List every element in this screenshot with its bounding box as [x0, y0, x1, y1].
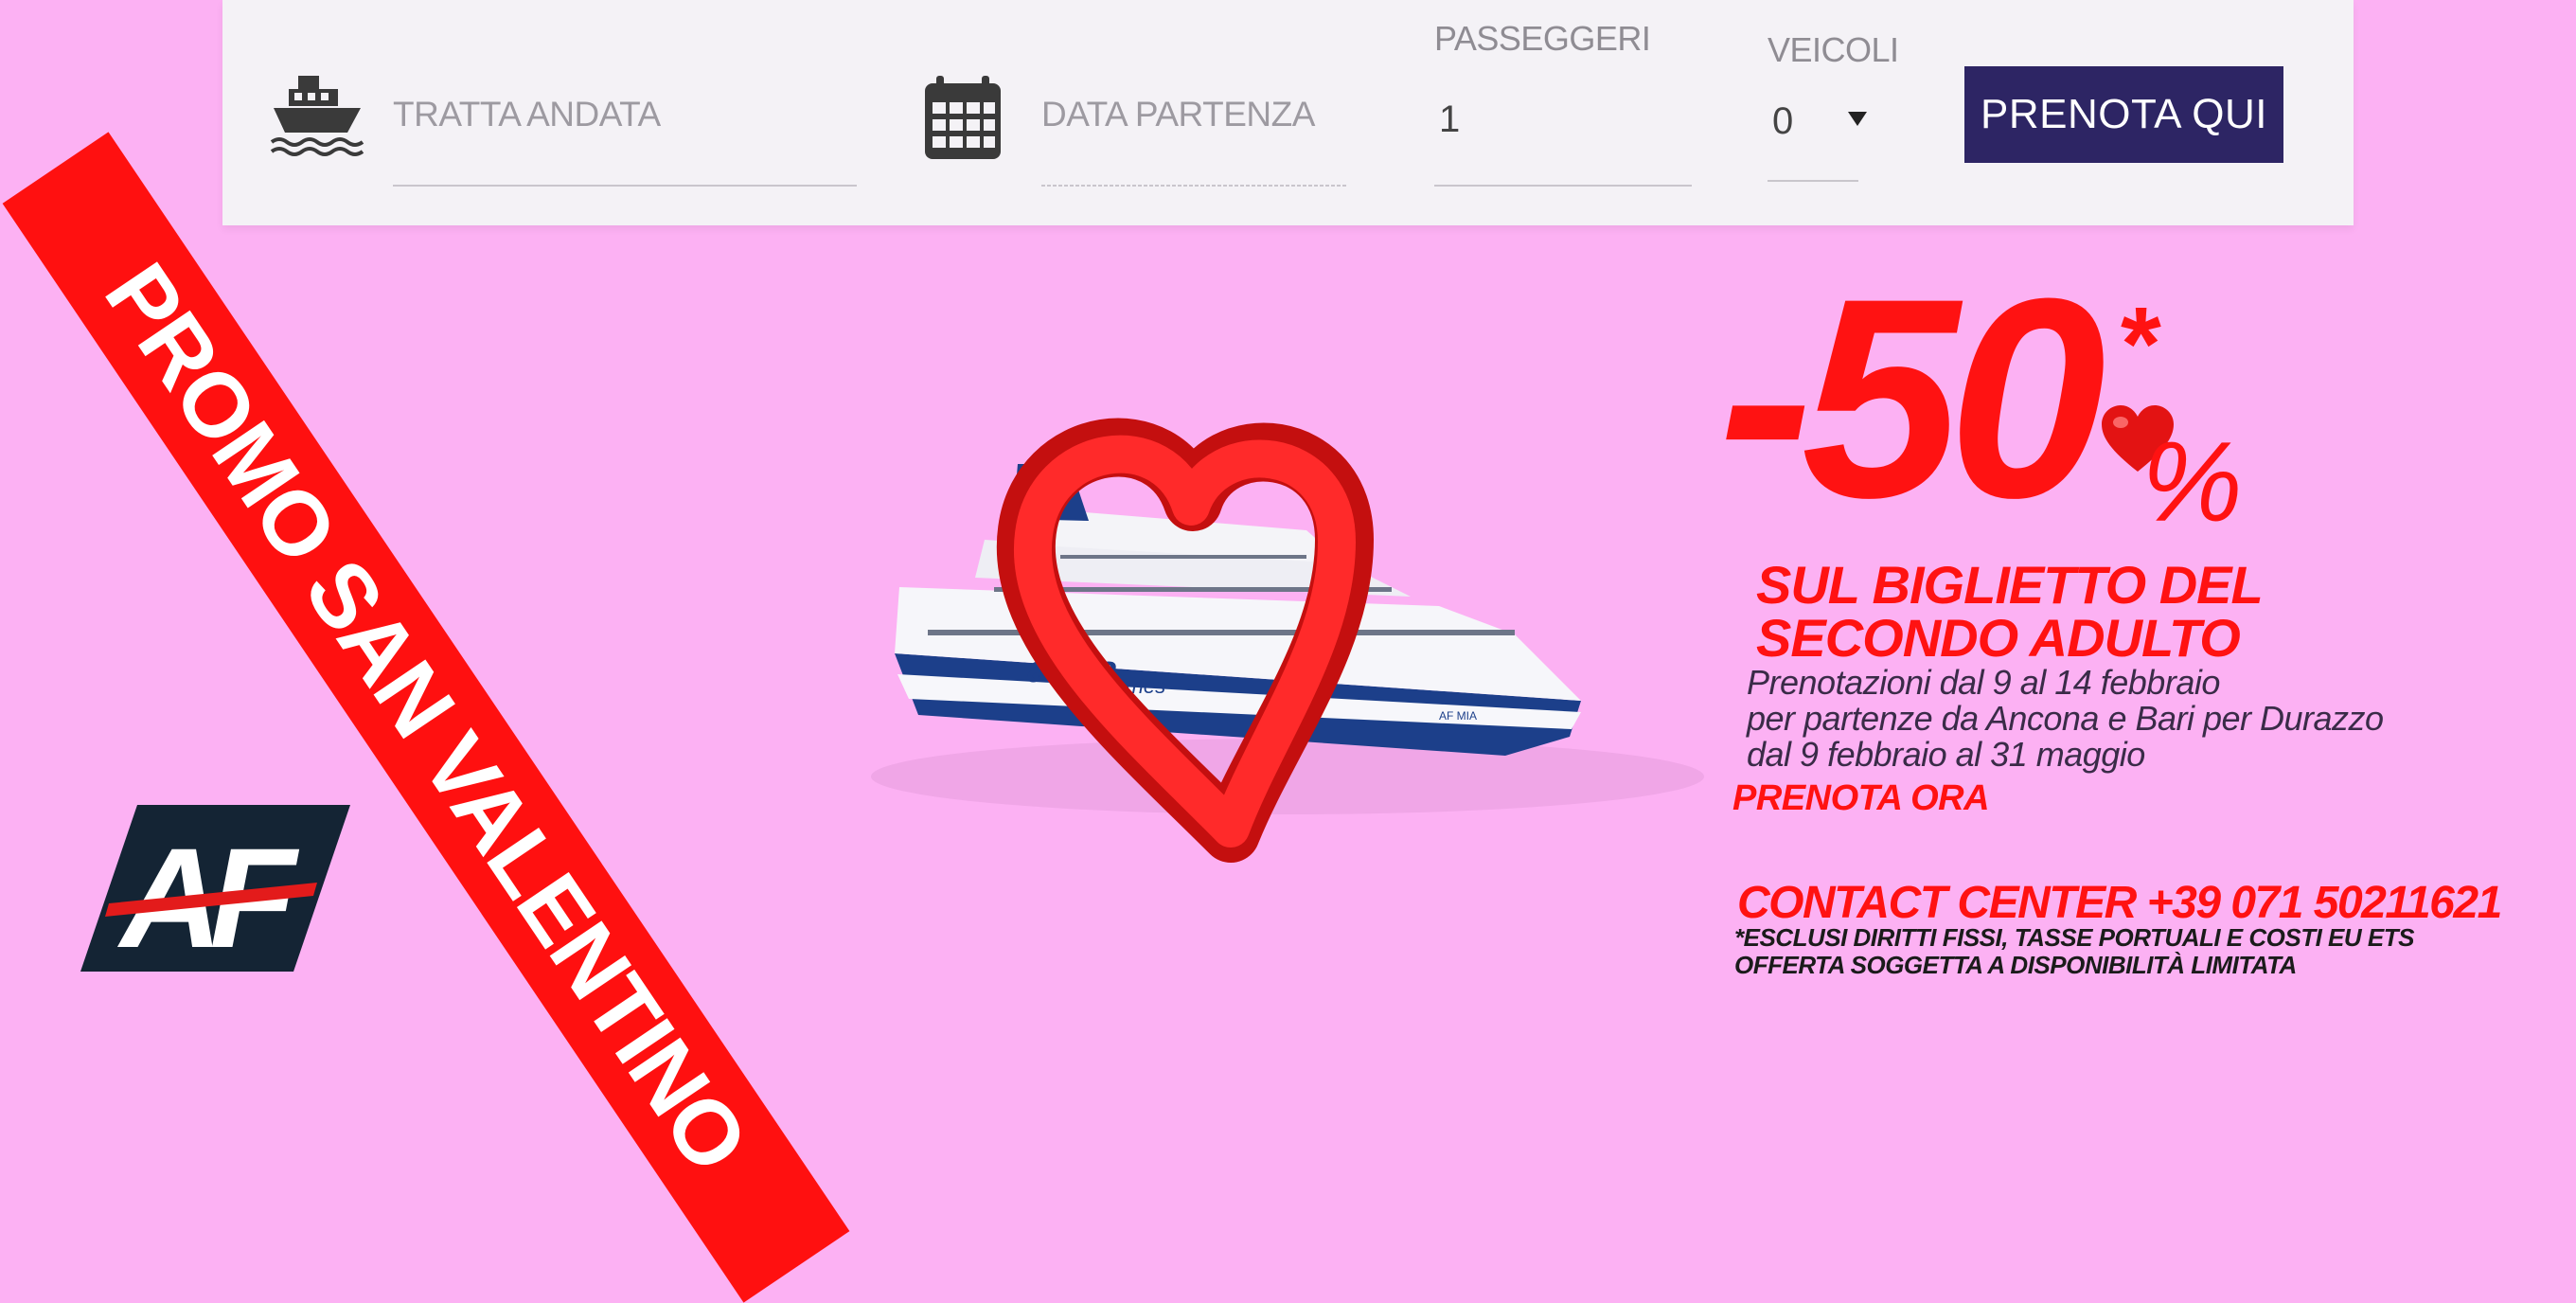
vehicles-select[interactable]: VEICOLI 0 [1768, 0, 1928, 225]
booking-bar: TRATTA ANDATA DATA PARTENZA PASSEGGERI 1 [222, 0, 2354, 225]
ship-icon [270, 74, 364, 164]
disclaimer-line-1: *ESCLUSI DIRITTI FISSI, TASSE PORTUALI E… [1734, 923, 2414, 952]
percent-sign: % [2141, 419, 2243, 545]
promo-ribbon: PROMO SAN VALENTINO [2, 132, 850, 1303]
calendar-icon [923, 74, 1003, 166]
ship-name-text: AF MIA [1439, 709, 1477, 723]
route-field[interactable]: TRATTA ANDATA [222, 0, 885, 225]
ferry-illustration: AF adria ferries AF MIA [895, 464, 1581, 756]
offer-headline: SUL BIGLIETTO DEL SECONDO ADULTO [1756, 555, 2264, 668]
detail-line-3: dal 9 febbraio al 31 maggio [1747, 735, 2145, 774]
vehicles-value[interactable]: 0 [1772, 100, 1793, 143]
prenota-ora-link[interactable]: PRENOTA ORA [1732, 778, 1990, 819]
date-placeholder: DATA PARTENZA [1041, 95, 1315, 134]
vehicles-label: VEICOLI [1768, 30, 1899, 69]
vehicles-underline [1768, 180, 1858, 182]
detail-line-1: Prenotazioni dal 9 al 14 febbraio [1747, 663, 2220, 702]
af-logo: AF [80, 805, 350, 977]
disclaimer-line-2: OFFERTA SOGGETTA A DISPONIBILITÀ LIMITAT… [1734, 951, 2297, 979]
contact-center: CONTACT CENTER +39 071 50211621 [1737, 878, 2502, 928]
headline-line-2: SECONDO ADULTO [1756, 608, 2241, 668]
discount-asterisk: * [2121, 286, 2161, 402]
passengers-value[interactable]: 1 [1439, 98, 1460, 141]
passengers-label: PASSEGGERI [1434, 19, 1651, 58]
date-underline [1041, 185, 1346, 187]
disclaimer: *ESCLUSI DIRITTI FISSI, TASSE PORTUALI E… [1734, 924, 2414, 979]
passengers-underline [1434, 185, 1692, 187]
offer-details: Prenotazioni dal 9 al 14 febbraio per pa… [1747, 665, 2384, 773]
detail-line-2: per partenze da Ancona e Bari per Durazz… [1747, 699, 2384, 738]
passengers-field[interactable]: PASSEGGERI 1 [1434, 0, 1709, 225]
headline-line-1: SUL BIGLIETTO DEL [1756, 555, 2264, 615]
dropdown-arrow-icon[interactable] [1847, 110, 1868, 132]
route-placeholder: TRATTA ANDATA [393, 95, 661, 134]
route-underline [393, 185, 857, 187]
discount-amount: -50 [1718, 239, 2106, 557]
promo-ribbon-text: PROMO SAN VALENTINO [85, 245, 768, 1188]
book-now-button[interactable]: PRENOTA QUI [1964, 66, 2283, 163]
ship-heart-scene: AF adria ferries AF MIA [852, 398, 1704, 895]
